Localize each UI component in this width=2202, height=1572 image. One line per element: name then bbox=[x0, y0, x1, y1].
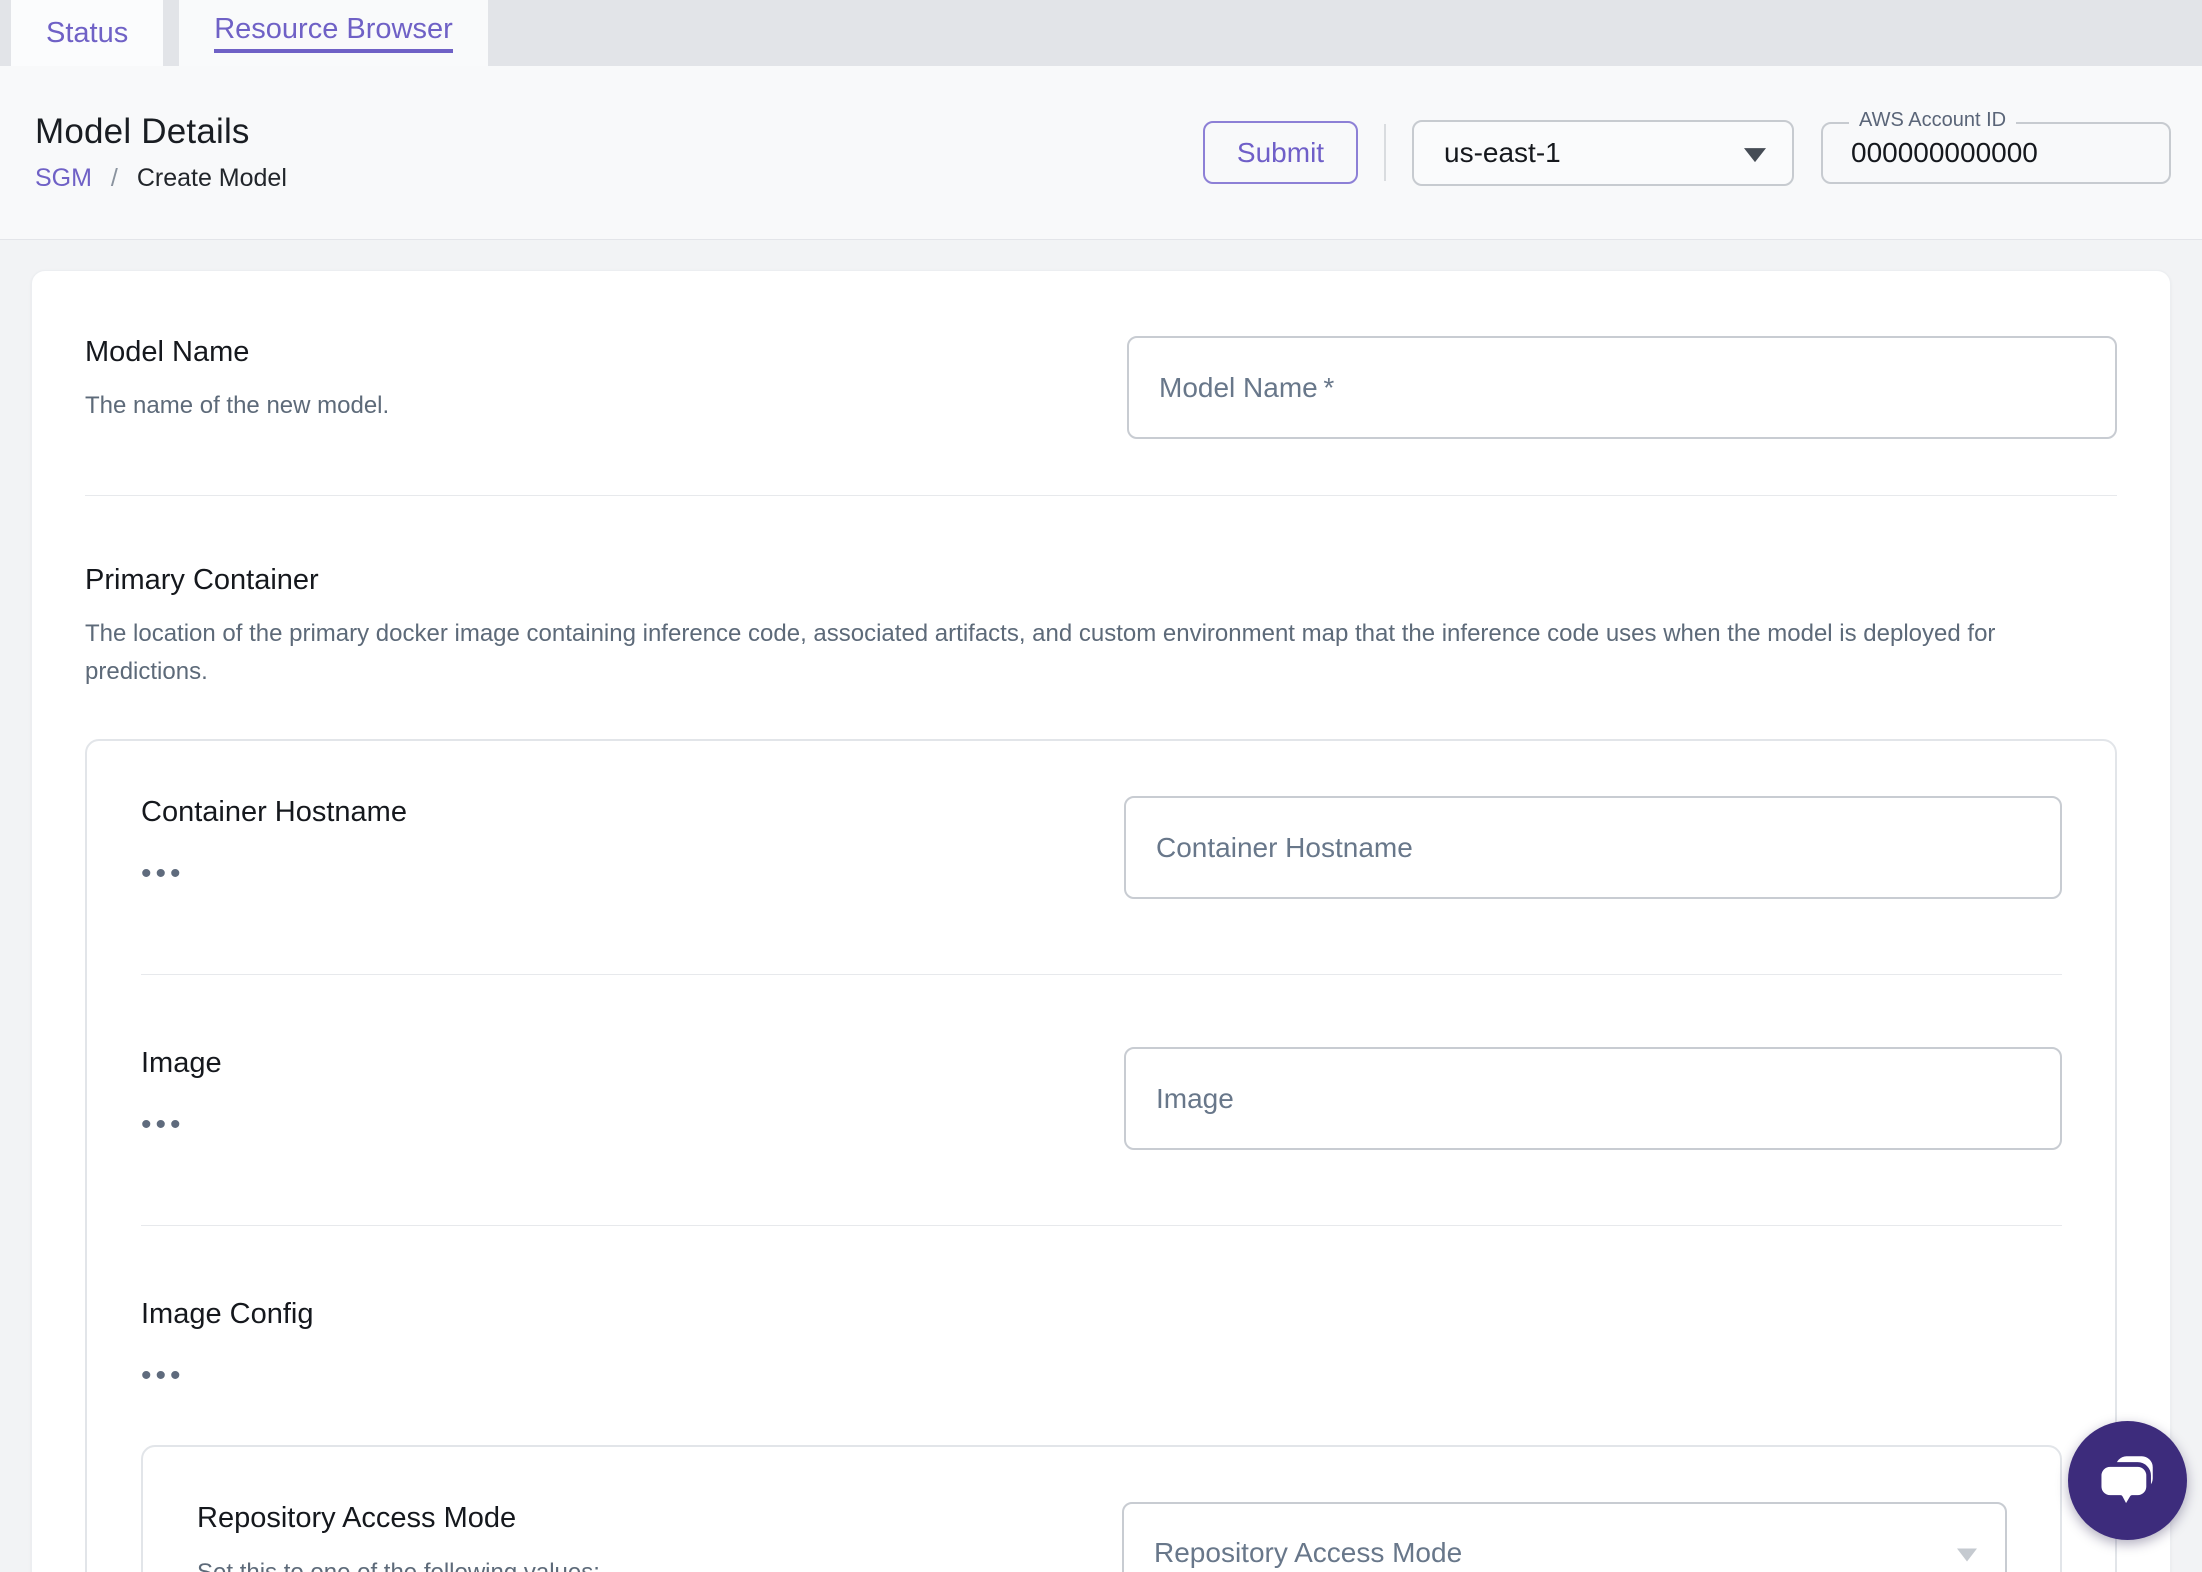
image-text: Image ••• bbox=[141, 1047, 1124, 1140]
image-input[interactable] bbox=[1124, 1047, 2062, 1150]
primary-container-description: The location of the primary docker image… bbox=[85, 620, 1996, 685]
submit-button[interactable]: Submit bbox=[1203, 121, 1358, 184]
model-name-description: The name of the new model. bbox=[85, 392, 390, 419]
container-hostname-text: Container Hostname ••• bbox=[141, 796, 1124, 889]
header-controls: Submit us-east-1 AWS Account ID bbox=[1203, 108, 2171, 186]
main-content: Model Name The name of the new model. Pr… bbox=[0, 240, 2202, 1572]
container-hostname-input[interactable] bbox=[1124, 796, 2062, 899]
chevron-down-icon bbox=[1744, 147, 1766, 162]
breadcrumb-separator: / bbox=[110, 164, 118, 192]
image-row: Image ••• bbox=[141, 1047, 2062, 1150]
breadcrumb-root-link[interactable]: SGM bbox=[35, 164, 92, 192]
primary-container-card: Container Hostname ••• Image ••• bbox=[85, 739, 2117, 1572]
breadcrumb: SGM / Create Model bbox=[35, 164, 287, 193]
model-name-row: Model Name The name of the new model. bbox=[85, 336, 2117, 439]
breadcrumb-current: Create Model bbox=[136, 164, 287, 192]
repository-access-mode-text: Repository Access Mode Set this to one o… bbox=[197, 1502, 1122, 1572]
tab-status[interactable]: Status bbox=[11, 0, 164, 66]
aws-account-id-fieldset: AWS Account ID bbox=[1821, 108, 2171, 184]
tab-resource-browser-label: Resource Browser bbox=[214, 13, 453, 53]
image-label: Image bbox=[141, 1047, 222, 1079]
model-name-text: Model Name The name of the new model. bbox=[85, 336, 1127, 425]
image-config-label: Image Config bbox=[141, 1298, 314, 1330]
model-details-card: Model Name The name of the new model. Pr… bbox=[31, 270, 2171, 1572]
image-config-section: Image Config ••• Repository Access Mode … bbox=[141, 1298, 2062, 1572]
model-name-input[interactable] bbox=[1127, 336, 2117, 439]
chat-widget-button[interactable] bbox=[2068, 1421, 2187, 1540]
region-select[interactable]: us-east-1 bbox=[1412, 119, 1794, 186]
container-hostname-label: Container Hostname bbox=[141, 796, 407, 828]
region-select-value: us-east-1 bbox=[1444, 136, 1561, 168]
repository-access-mode-select[interactable]: Repository Access Mode bbox=[1122, 1502, 2007, 1572]
section-divider bbox=[85, 495, 2117, 496]
container-hostname-expand-button[interactable]: ••• bbox=[141, 859, 185, 889]
aws-account-id-label: AWS Account ID bbox=[1849, 108, 2017, 132]
chat-bubbles-icon bbox=[2096, 1455, 2153, 1510]
primary-container-section: Primary Container The location of the pr… bbox=[85, 564, 2117, 1572]
repository-access-mode-label: Repository Access Mode bbox=[197, 1502, 517, 1534]
page-header: Model Details SGM / Create Model Submit … bbox=[0, 66, 2202, 240]
tab-status-label: Status bbox=[46, 16, 129, 49]
primary-container-label: Primary Container bbox=[85, 564, 319, 596]
image-config-expand-button[interactable]: ••• bbox=[141, 1361, 185, 1391]
tab-bar: Status Resource Browser bbox=[0, 0, 2202, 66]
container-hostname-row: Container Hostname ••• bbox=[141, 796, 2062, 899]
title-block: Model Details SGM / Create Model bbox=[35, 112, 287, 193]
aws-account-id-input[interactable] bbox=[1823, 123, 2169, 182]
image-expand-button[interactable]: ••• bbox=[141, 1110, 185, 1140]
repository-access-mode-placeholder: Repository Access Mode bbox=[1154, 1537, 1463, 1568]
field-divider bbox=[141, 1225, 2062, 1226]
tab-resource-browser[interactable]: Resource Browser bbox=[179, 0, 488, 66]
repository-access-mode-description: Set this to one of the following values: bbox=[197, 1559, 1062, 1572]
field-divider bbox=[141, 974, 2062, 975]
image-config-card: Repository Access Mode Set this to one o… bbox=[141, 1445, 2062, 1572]
header-divider bbox=[1384, 124, 1386, 181]
model-name-label: Model Name bbox=[85, 336, 250, 368]
page-title: Model Details bbox=[35, 112, 250, 151]
chevron-down-icon bbox=[1957, 1548, 1977, 1562]
